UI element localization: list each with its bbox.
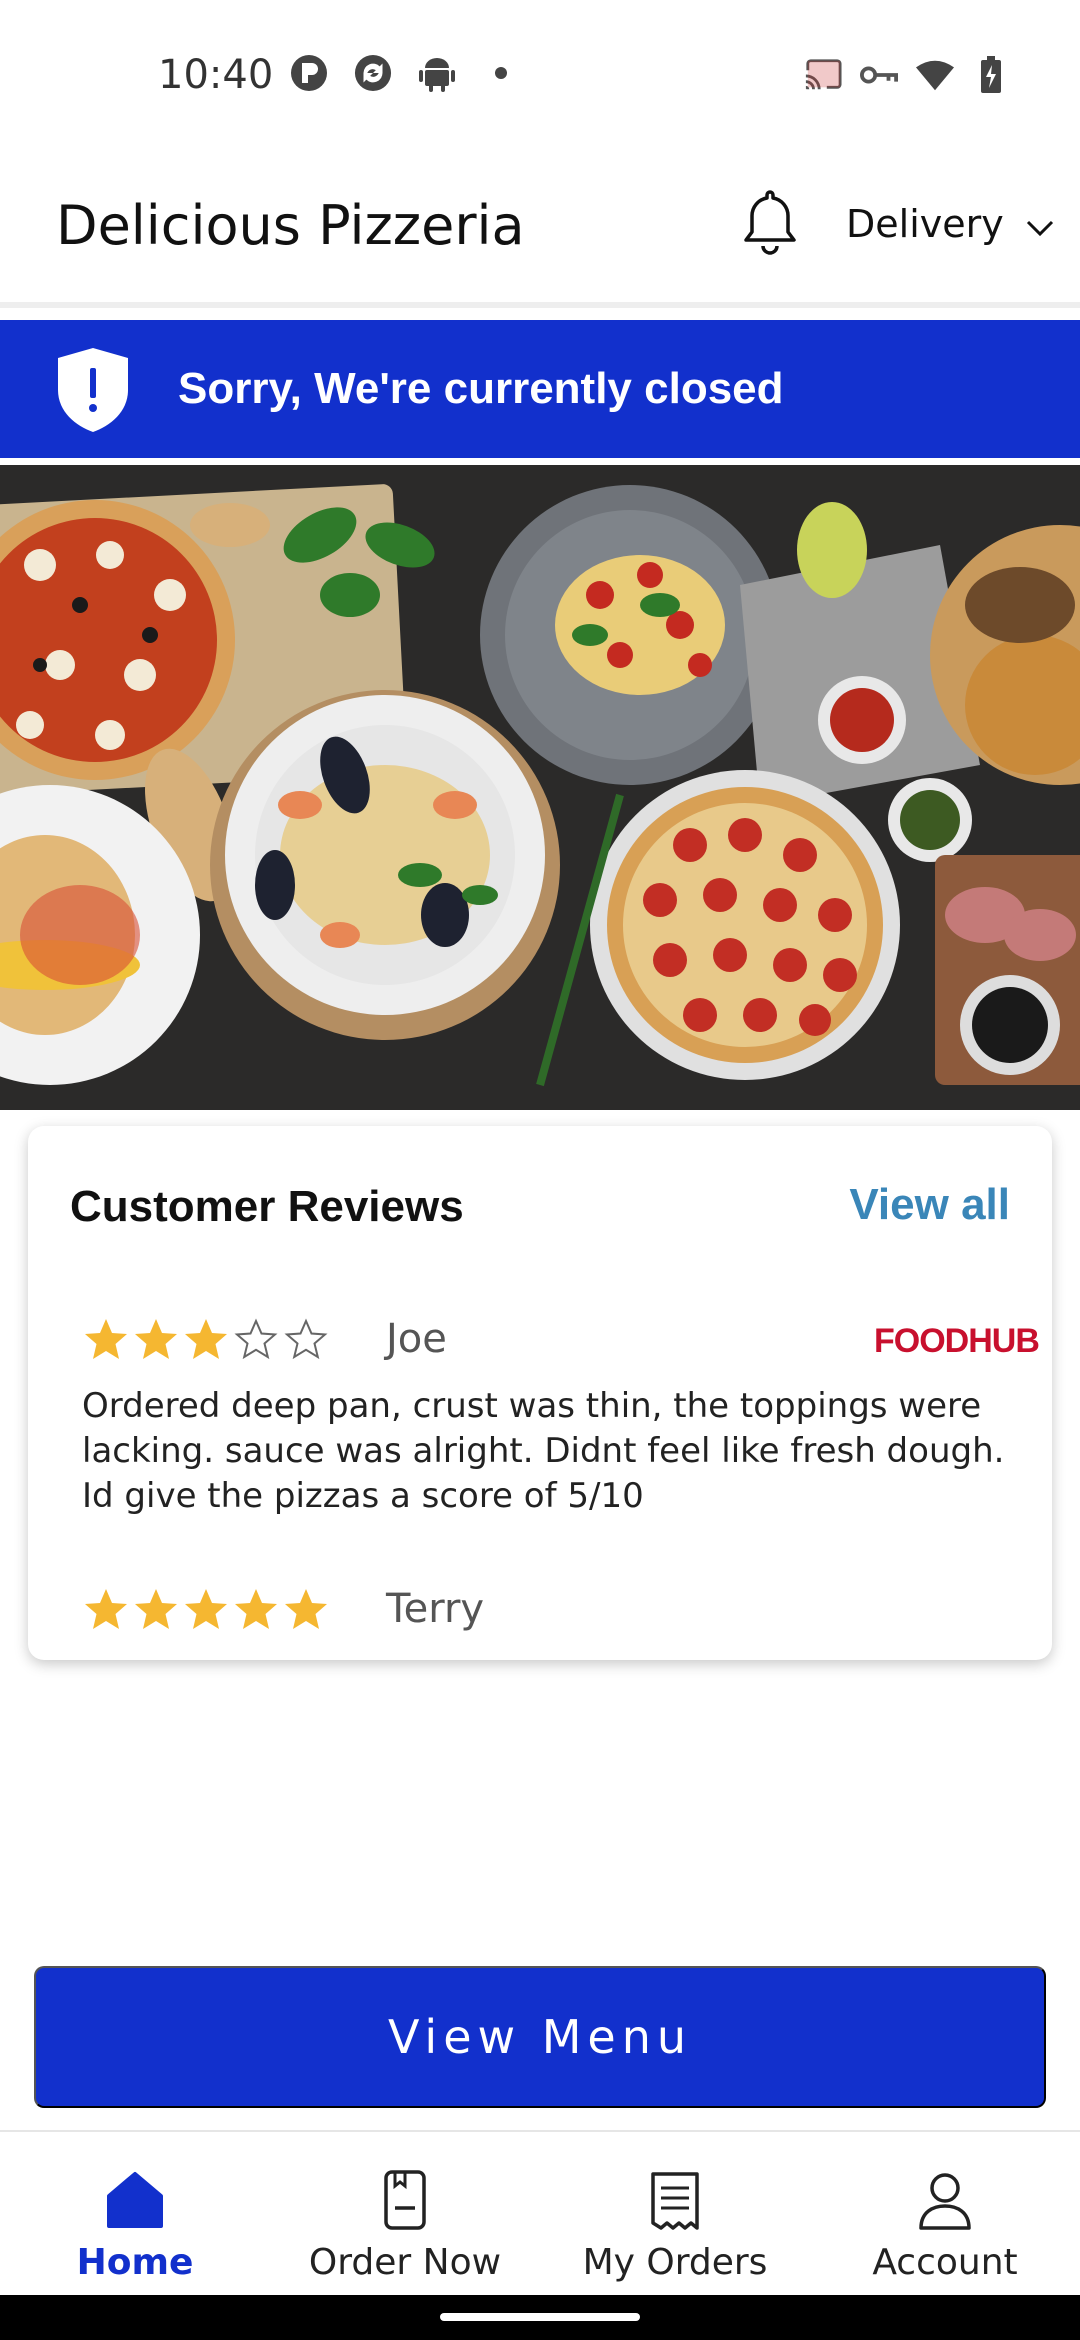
status-right-icons [804, 56, 1010, 94]
star-filled-icon [235, 1589, 277, 1629]
home-icon [107, 2172, 163, 2228]
star-filled-icon [185, 1319, 227, 1359]
dot-icon [482, 54, 520, 92]
receipt-icon [651, 2172, 699, 2230]
home-gesture-handle[interactable] [440, 2313, 640, 2321]
nav-item-my-orders[interactable]: My Orders [540, 2132, 810, 2297]
nav-label-my-orders: My Orders [582, 2242, 768, 2283]
review-text: Ordered deep pan, crust was thin, the to… [82, 1386, 1005, 1516]
bottom-nav: Home Order Now My Orders Account [0, 2130, 1080, 2295]
app-header: Delicious Pizzeria Delivery [0, 150, 1080, 308]
view-menu-button[interactable]: View Menu [34, 1966, 1046, 2108]
sync-icon [354, 54, 392, 92]
view-all-reviews-link[interactable]: View all [849, 1180, 1010, 1230]
nav-label-account: Account [872, 2242, 1018, 2283]
nav-item-order-now[interactable]: Order Now [270, 2132, 540, 2297]
review-item: Terry [82, 1586, 1002, 1634]
star-filled-icon [85, 1589, 127, 1629]
star-filled-icon [285, 1589, 327, 1629]
cast-icon [804, 56, 842, 94]
star-filled-icon [85, 1319, 127, 1359]
vpn-key-icon [860, 56, 898, 94]
wifi-icon [916, 56, 954, 94]
star-empty-icon [234, 1318, 278, 1360]
page-title: Delicious Pizzeria [56, 194, 525, 257]
hero-food-image [0, 465, 1080, 1110]
star-filled-icon [185, 1589, 227, 1629]
shield-alert-icon [56, 346, 130, 434]
order-type-dropdown[interactable]: Delivery [846, 202, 1054, 246]
star-filled-icon [135, 1319, 177, 1359]
nav-item-account[interactable]: Account [810, 2132, 1080, 2297]
status-left-icons [290, 54, 520, 92]
nav-label-order-now: Order Now [308, 2242, 502, 2283]
reviewer-name: Terry [386, 1586, 485, 1632]
star-filled-icon [135, 1589, 177, 1629]
status-time: 10:40 [158, 52, 274, 98]
star-rating [82, 1586, 1002, 1634]
closed-message: Sorry, We're currently closed [178, 364, 784, 413]
foodhub-logo: FOODHUB [874, 1322, 1040, 1360]
status-bar: 10:40 [0, 0, 1080, 150]
notification-p-icon [290, 54, 328, 92]
android-icon [418, 54, 456, 92]
review-item: Joe FOODHUB Ordered deep pan, crust was … [82, 1316, 1040, 1516]
chevron-down-icon [1026, 202, 1054, 246]
order-type-label: Delivery [846, 202, 1004, 246]
menu-book-icon [384, 2170, 426, 2230]
reviews-title: Customer Reviews [70, 1182, 464, 1231]
reviewer-name: Joe [386, 1316, 447, 1362]
closed-banner: Sorry, We're currently closed [0, 320, 1080, 458]
system-gesture-bar [0, 2295, 1080, 2340]
person-icon [919, 2173, 971, 2230]
nav-label-home: Home [76, 2242, 194, 2283]
reviews-card: Customer Reviews View all Joe FOODHUB Or… [28, 1126, 1052, 1660]
nav-item-home[interactable]: Home [0, 2132, 270, 2297]
bell-icon[interactable] [740, 188, 800, 260]
battery-charging-icon [972, 56, 1010, 94]
star-rating [82, 1316, 1002, 1364]
star-empty-icon [284, 1318, 328, 1360]
